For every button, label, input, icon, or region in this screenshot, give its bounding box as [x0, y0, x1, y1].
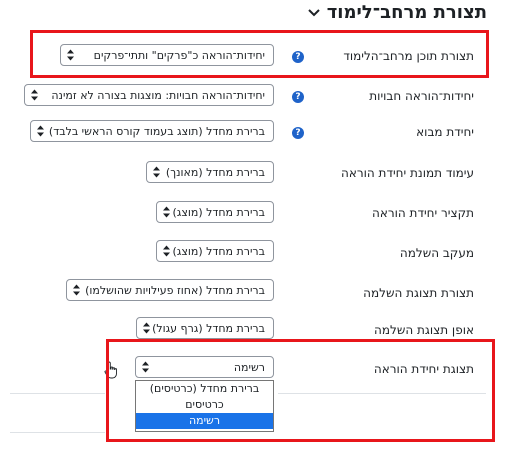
setting-label-section-summary: תקציר יחידת הוראה — [372, 206, 474, 220]
select-arrows-icon — [37, 125, 44, 137]
select-arrows-icon — [31, 89, 38, 101]
section-title: תצורת מרחב־לימוד — [326, 2, 487, 23]
help-icon[interactable]: ? — [292, 127, 304, 139]
divider — [10, 393, 105, 394]
completion-tracking-select[interactable]: ברירת מחדל (מוצג) — [156, 240, 274, 262]
select-value: ברירת מחדל (תוצג בעמוד קורס הראשי בלבד) — [48, 124, 265, 138]
select-arrows-icon — [73, 284, 80, 296]
select-value: ברירת מחדל (מוצג) — [172, 205, 266, 219]
setting-label-image-alignment: עימוד תמונת יחידת הוראה — [341, 166, 474, 180]
select-value: ברירת מחדל (מאונך) — [165, 165, 265, 179]
help-icon[interactable]: ? — [292, 91, 304, 103]
chevron-down-icon[interactable] — [307, 6, 321, 20]
divider — [10, 432, 105, 433]
setting-label-hidden-sections: יחידות־הוראה חבויות — [369, 89, 474, 103]
select-value: ברירת מחדל (גרף עגול) — [152, 321, 265, 335]
hidden-sections-select[interactable]: יחידות־הוראה חבויות: מוצגות בצורה לא זמי… — [24, 84, 274, 106]
setting-label-intro-section: יחידת מבוא — [416, 125, 474, 139]
completion-display-select[interactable]: ברירת מחדל (אחוז פעילויות שהושלמו) — [66, 279, 274, 301]
select-arrows-icon — [163, 245, 170, 257]
select-arrows-icon — [153, 166, 160, 178]
select-value: ברירת מחדל (אחוז פעילויות שהושלמו) — [85, 283, 265, 297]
select-arrows-icon — [163, 206, 170, 218]
intro-section-select[interactable]: ברירת מחדל (תוצג בעמוד קורס הראשי בלבד) — [30, 120, 274, 142]
select-value: ברירת מחדל (מוצג) — [172, 244, 266, 258]
completion-mode-select[interactable]: ברירת מחדל (גרף עגול) — [136, 317, 274, 339]
highlight-box-bottom — [106, 339, 495, 442]
setting-label-completion-mode: אופן תצוגת השלמה — [374, 323, 474, 337]
select-value: יחידות־הוראה חבויות: מוצגות בצורה לא זמי… — [51, 88, 265, 102]
setting-label-completion-tracking: מעקב השלמה — [399, 246, 474, 260]
image-alignment-select[interactable]: ברירת מחדל (מאונך) — [146, 161, 274, 183]
highlight-box-top — [30, 30, 489, 78]
section-header[interactable]: תצורת מרחב־לימוד — [307, 2, 487, 23]
section-summary-select[interactable]: ברירת מחדל (מוצג) — [156, 201, 274, 223]
select-arrows-icon — [143, 322, 150, 334]
setting-label-completion-display: תצורת תצוגת השלמה — [363, 286, 474, 300]
